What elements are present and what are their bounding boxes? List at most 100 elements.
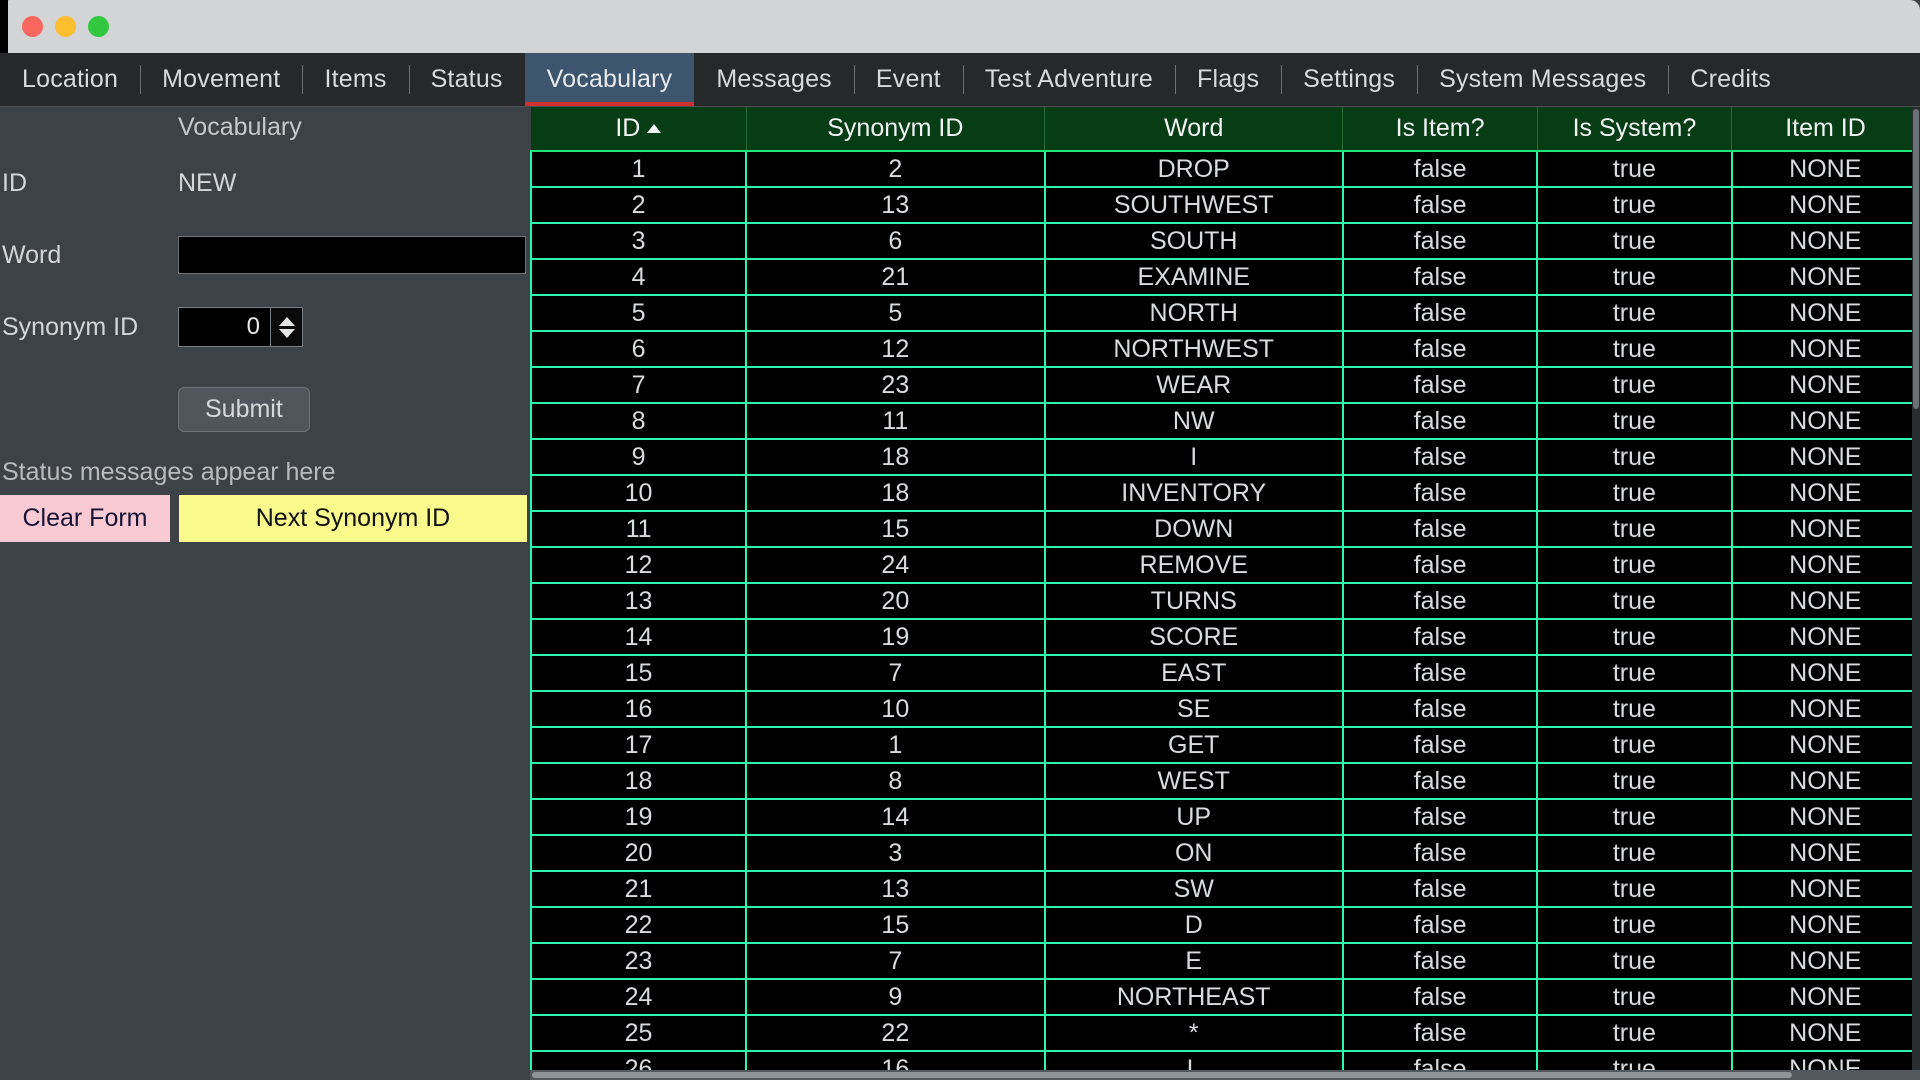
- tab-event[interactable]: Event: [853, 53, 963, 106]
- tab-messages[interactable]: Messages: [694, 53, 854, 106]
- word-label: Word: [2, 240, 62, 269]
- table-cell: true: [1536, 798, 1733, 836]
- column-header-synonym-id[interactable]: Synonym ID: [746, 107, 1046, 152]
- table-row[interactable]: 9 18 Ifalse true NONE: [530, 438, 1920, 476]
- table-cell: GET: [1043, 726, 1344, 764]
- table-row[interactable]: 22 15 Dfalse true NONE: [530, 906, 1920, 944]
- table-cell: false: [1341, 474, 1539, 512]
- vocabulary-form-panel: Vocabulary ID NEW Word Synonym ID 0 Subm…: [0, 107, 530, 1080]
- table-row[interactable]: 15 7 EAST false true NONE: [530, 654, 1920, 692]
- column-header-item-id[interactable]: Item ID: [1731, 107, 1919, 152]
- tab-movement[interactable]: Movement: [140, 53, 302, 106]
- table-cell: 13: [745, 870, 1046, 908]
- table-cell: 5: [530, 294, 748, 332]
- tab-test-adventure[interactable]: Test Adventure: [962, 53, 1175, 106]
- table-row[interactable]: 23 7 Efalse true NONE: [530, 942, 1920, 980]
- vocabulary-table: ID Synonym ID Word Is Item? Is System? Item I…: [530, 107, 1920, 1080]
- table-cell: 23: [745, 366, 1046, 404]
- table-row[interactable]: 14 19 SCORE false true NONE: [530, 618, 1920, 656]
- tab-flags[interactable]: Flags: [1175, 53, 1281, 106]
- maximize-window-button[interactable]: [88, 16, 109, 37]
- tab-status[interactable]: Status: [408, 53, 525, 106]
- table-row[interactable]: 7 23 WEAR false true NONE: [530, 366, 1920, 404]
- table-row[interactable]: 21 13 SW false true NONE: [530, 870, 1920, 908]
- tab-vocabulary[interactable]: Vocabulary: [524, 53, 695, 106]
- table-cell: false: [1341, 258, 1539, 296]
- table-row[interactable]: 10 18 INVENTORY false true NONE: [530, 474, 1920, 512]
- table-row[interactable]: 12 24 REMOVE false true NONE: [530, 546, 1920, 584]
- table-cell: NW: [1043, 402, 1344, 440]
- next-synonym-id-button[interactable]: Next Synonym ID: [179, 495, 527, 542]
- table-cell: D: [1043, 906, 1344, 944]
- table-row[interactable]: 4 21 EXAMINE false true NONE: [530, 258, 1920, 296]
- table-cell: 13: [530, 582, 748, 620]
- table-cell: false: [1341, 546, 1539, 584]
- table-cell: 7: [530, 366, 748, 404]
- table-row[interactable]: 18 8 WEST false true NONE: [530, 762, 1920, 800]
- table-cell: NONE: [1730, 906, 1920, 944]
- clear-form-button[interactable]: Clear Form: [0, 495, 170, 542]
- table-row[interactable]: 3 6 SOUTH false true NONE: [530, 222, 1920, 260]
- tab-items[interactable]: Items: [302, 53, 408, 106]
- table-row[interactable]: 17 1 GET false true NONE: [530, 726, 1920, 764]
- tab-location[interactable]: Location: [0, 53, 140, 106]
- table-cell: 9: [745, 978, 1046, 1016]
- word-input[interactable]: [178, 236, 526, 274]
- table-cell: NONE: [1730, 726, 1920, 764]
- tab-system-messages[interactable]: System Messages: [1417, 53, 1668, 106]
- synonym-id-label: Synonym ID: [2, 312, 139, 341]
- tab-credits[interactable]: Credits: [1668, 53, 1793, 106]
- submit-button[interactable]: Submit: [178, 387, 310, 432]
- table-cell: 9: [530, 438, 748, 476]
- table-cell: UP: [1043, 798, 1344, 836]
- table-cell: false: [1341, 654, 1539, 692]
- table-row[interactable]: 20 3 ON false true NONE: [530, 834, 1920, 872]
- tab-settings[interactable]: Settings: [1281, 53, 1417, 106]
- table-cell: 14: [530, 618, 748, 656]
- synonym-id-input[interactable]: [179, 308, 270, 346]
- table-row[interactable]: 6 12 NORTHWEST false true NONE: [530, 330, 1920, 368]
- table-row[interactable]: 1 2 DROP false true NONE: [530, 150, 1920, 188]
- table-row[interactable]: 16 10 SE false true NONE: [530, 690, 1920, 728]
- table-cell: NONE: [1730, 690, 1920, 728]
- table-row[interactable]: 24 9 NORTHEAST false true NONE: [530, 978, 1920, 1016]
- table-cell: 14: [745, 798, 1046, 836]
- table-cell: 22: [745, 1014, 1046, 1052]
- table-row[interactable]: 11 15 DOWN false true NONE: [530, 510, 1920, 548]
- table-cell: 23: [530, 942, 748, 980]
- table-cell: false: [1341, 366, 1539, 404]
- column-header-id[interactable]: ID: [531, 107, 747, 152]
- table-row[interactable]: 13 20 TURNS false true NONE: [530, 582, 1920, 620]
- table-cell: 24: [530, 978, 748, 1016]
- column-header-label: Is Item?: [1395, 114, 1485, 142]
- table-cell: NONE: [1730, 834, 1920, 872]
- stepper-up-icon[interactable]: [278, 316, 295, 326]
- close-window-button[interactable]: [22, 16, 43, 37]
- table-row[interactable]: 5 5 NORTH false true NONE: [530, 294, 1920, 332]
- table-cell: true: [1536, 402, 1733, 440]
- stepper-down-icon[interactable]: [278, 328, 295, 338]
- synonym-id-stepper[interactable]: [178, 307, 303, 347]
- vertical-scrollbar-thumb[interactable]: [1913, 109, 1919, 409]
- column-header-is-item[interactable]: Is Item?: [1342, 107, 1538, 152]
- table-row[interactable]: 25 22 * false true NONE: [530, 1014, 1920, 1052]
- table-cell: E: [1043, 942, 1344, 980]
- sort-ascending-icon: [647, 124, 662, 133]
- table-cell: false: [1341, 942, 1539, 980]
- table-cell: false: [1341, 222, 1539, 260]
- table-cell: EXAMINE: [1043, 258, 1344, 296]
- table-cell: true: [1536, 582, 1733, 620]
- horizontal-scrollbar-thumb[interactable]: [532, 1072, 1792, 1078]
- horizontal-scrollbar[interactable]: [530, 1070, 1920, 1080]
- column-header-word[interactable]: Word: [1044, 107, 1344, 152]
- column-header-is-system[interactable]: Is System?: [1537, 107, 1733, 152]
- table-row[interactable]: 2 13 SOUTHWEST false true NONE: [530, 186, 1920, 224]
- stepper-arrows[interactable]: [270, 308, 302, 346]
- table-cell: false: [1341, 294, 1539, 332]
- id-label: ID: [2, 168, 27, 197]
- vertical-scrollbar[interactable]: [1912, 107, 1920, 1080]
- minimize-window-button[interactable]: [55, 16, 76, 37]
- table-row[interactable]: 19 14 UP false true NONE: [530, 798, 1920, 836]
- table-row[interactable]: 8 11 NW false true NONE: [530, 402, 1920, 440]
- table-cell: 24: [745, 546, 1046, 584]
